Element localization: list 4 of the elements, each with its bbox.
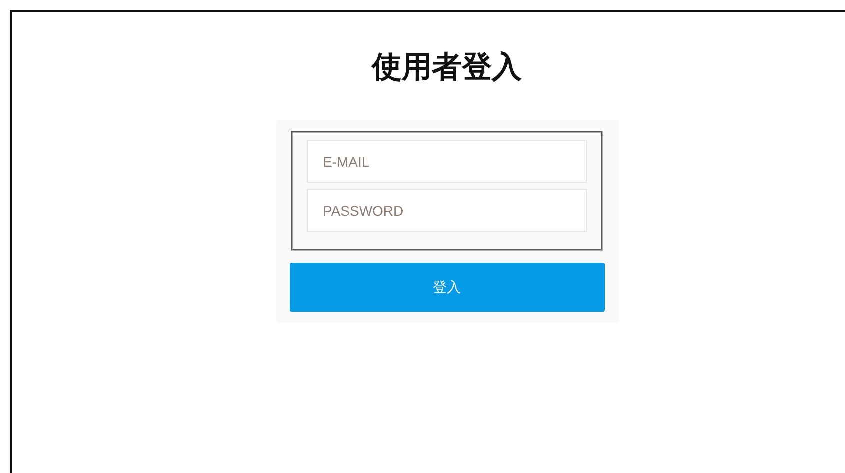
input-field[interactable]: PASSWORD <box>307 189 587 232</box>
login-button[interactable]: 登入 <box>290 263 604 312</box>
login-title: 使用者登入 <box>372 49 522 87</box>
input-field[interactable]: E-MAIL <box>307 140 587 183</box>
